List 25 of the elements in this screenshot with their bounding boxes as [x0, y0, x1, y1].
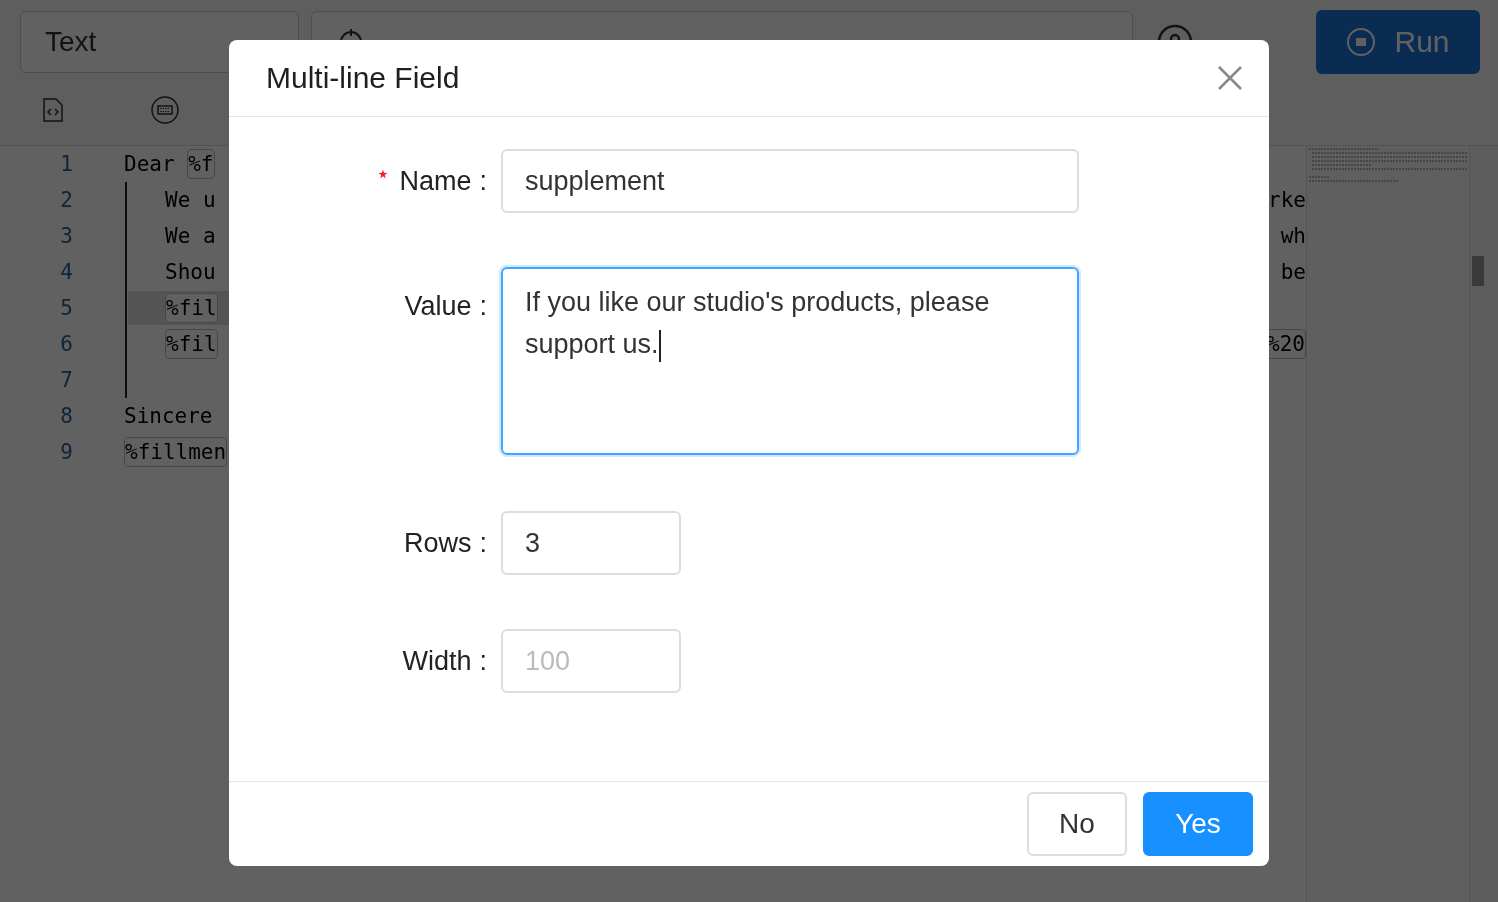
code-text: be — [1280, 260, 1306, 284]
line-number: 7 — [59, 368, 74, 392]
label-colon: : — [479, 165, 487, 197]
code-text: wh — [1280, 224, 1306, 248]
line-number: 5 — [59, 296, 74, 320]
label-colon: : — [479, 645, 487, 677]
field-label: Rows — [403, 527, 472, 559]
line-number: 3 — [59, 224, 74, 248]
code-text: Sincere — [124, 404, 213, 428]
field-label: Name — [399, 165, 472, 197]
line-number: 2 — [59, 188, 74, 212]
line-number: 9 — [59, 440, 74, 464]
label-colon: : — [479, 290, 487, 322]
line-number: 1 — [59, 152, 74, 176]
code-text: We a — [165, 224, 216, 248]
code-text: We u — [165, 188, 216, 212]
code-text: rke — [1268, 188, 1306, 212]
line-number: 8 — [59, 404, 74, 428]
line-number: 6 — [59, 332, 74, 356]
code-text: Shou — [165, 260, 216, 284]
label-colon: : — [479, 527, 487, 559]
code-text: Dear — [124, 152, 176, 176]
field-label: Width — [402, 645, 472, 677]
line-number: 4 — [59, 260, 74, 284]
field-label: Value — [404, 290, 472, 322]
